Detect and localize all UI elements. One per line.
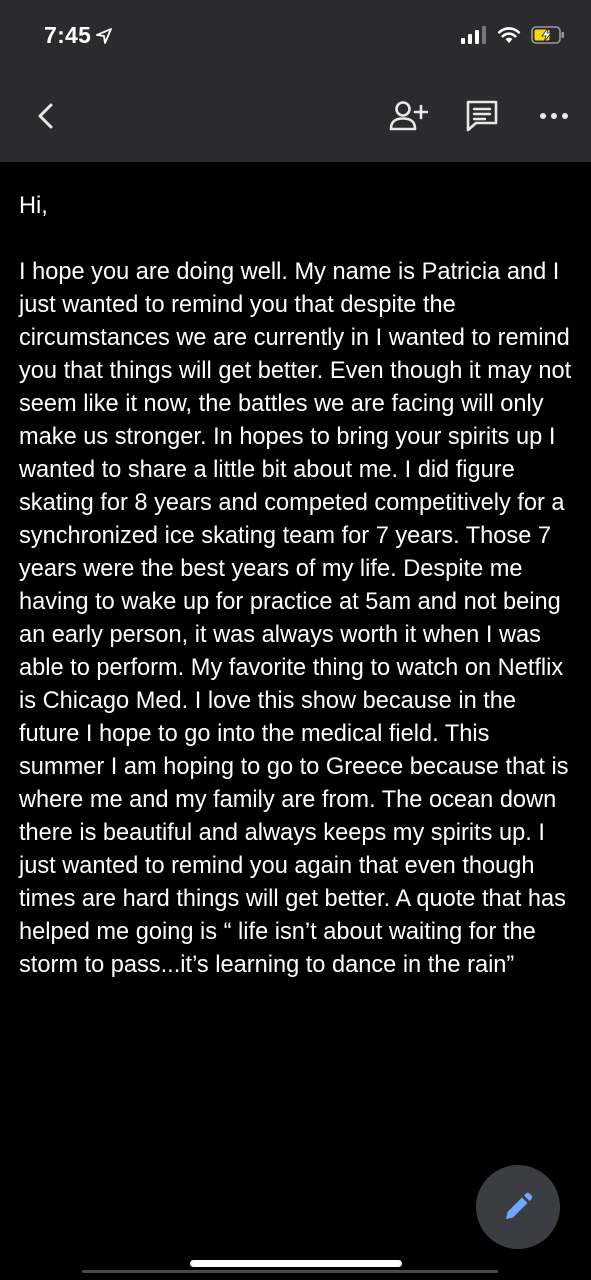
status-indicators (461, 25, 565, 45)
add-person-icon (389, 101, 428, 131)
back-button[interactable] (26, 96, 66, 136)
document-text[interactable]: Hi, I hope you are doing well. My name i… (19, 190, 581, 1015)
edit-pencil-icon (506, 1192, 533, 1219)
status-bar: 7:45 (0, 0, 591, 78)
status-time: 7:45 (44, 22, 113, 49)
back-chevron-icon (38, 103, 53, 129)
document-toolbar (0, 78, 591, 162)
more-options-button[interactable] (534, 96, 574, 136)
wifi-icon (497, 27, 521, 43)
horizontal-scroll-track (82, 1270, 498, 1273)
cellular-signal-icon (461, 26, 486, 44)
home-indicator[interactable] (190, 1260, 402, 1267)
greeting-paragraph: Hi, (19, 193, 48, 219)
comments-button[interactable] (462, 96, 502, 136)
more-dots-icon (540, 113, 568, 119)
battery-charging-icon (531, 26, 564, 44)
share-add-person-button[interactable] (386, 96, 430, 136)
edit-fab-button[interactable] (476, 1165, 560, 1249)
status-time-text: 7:45 (44, 22, 92, 48)
comment-icon (466, 100, 498, 132)
document-content[interactable]: Hi, I hope you are doing well. My name i… (0, 162, 591, 1280)
body-paragraph: I hope you are doing well. My name is Pa… (19, 259, 572, 978)
location-arrow-icon (96, 27, 113, 44)
